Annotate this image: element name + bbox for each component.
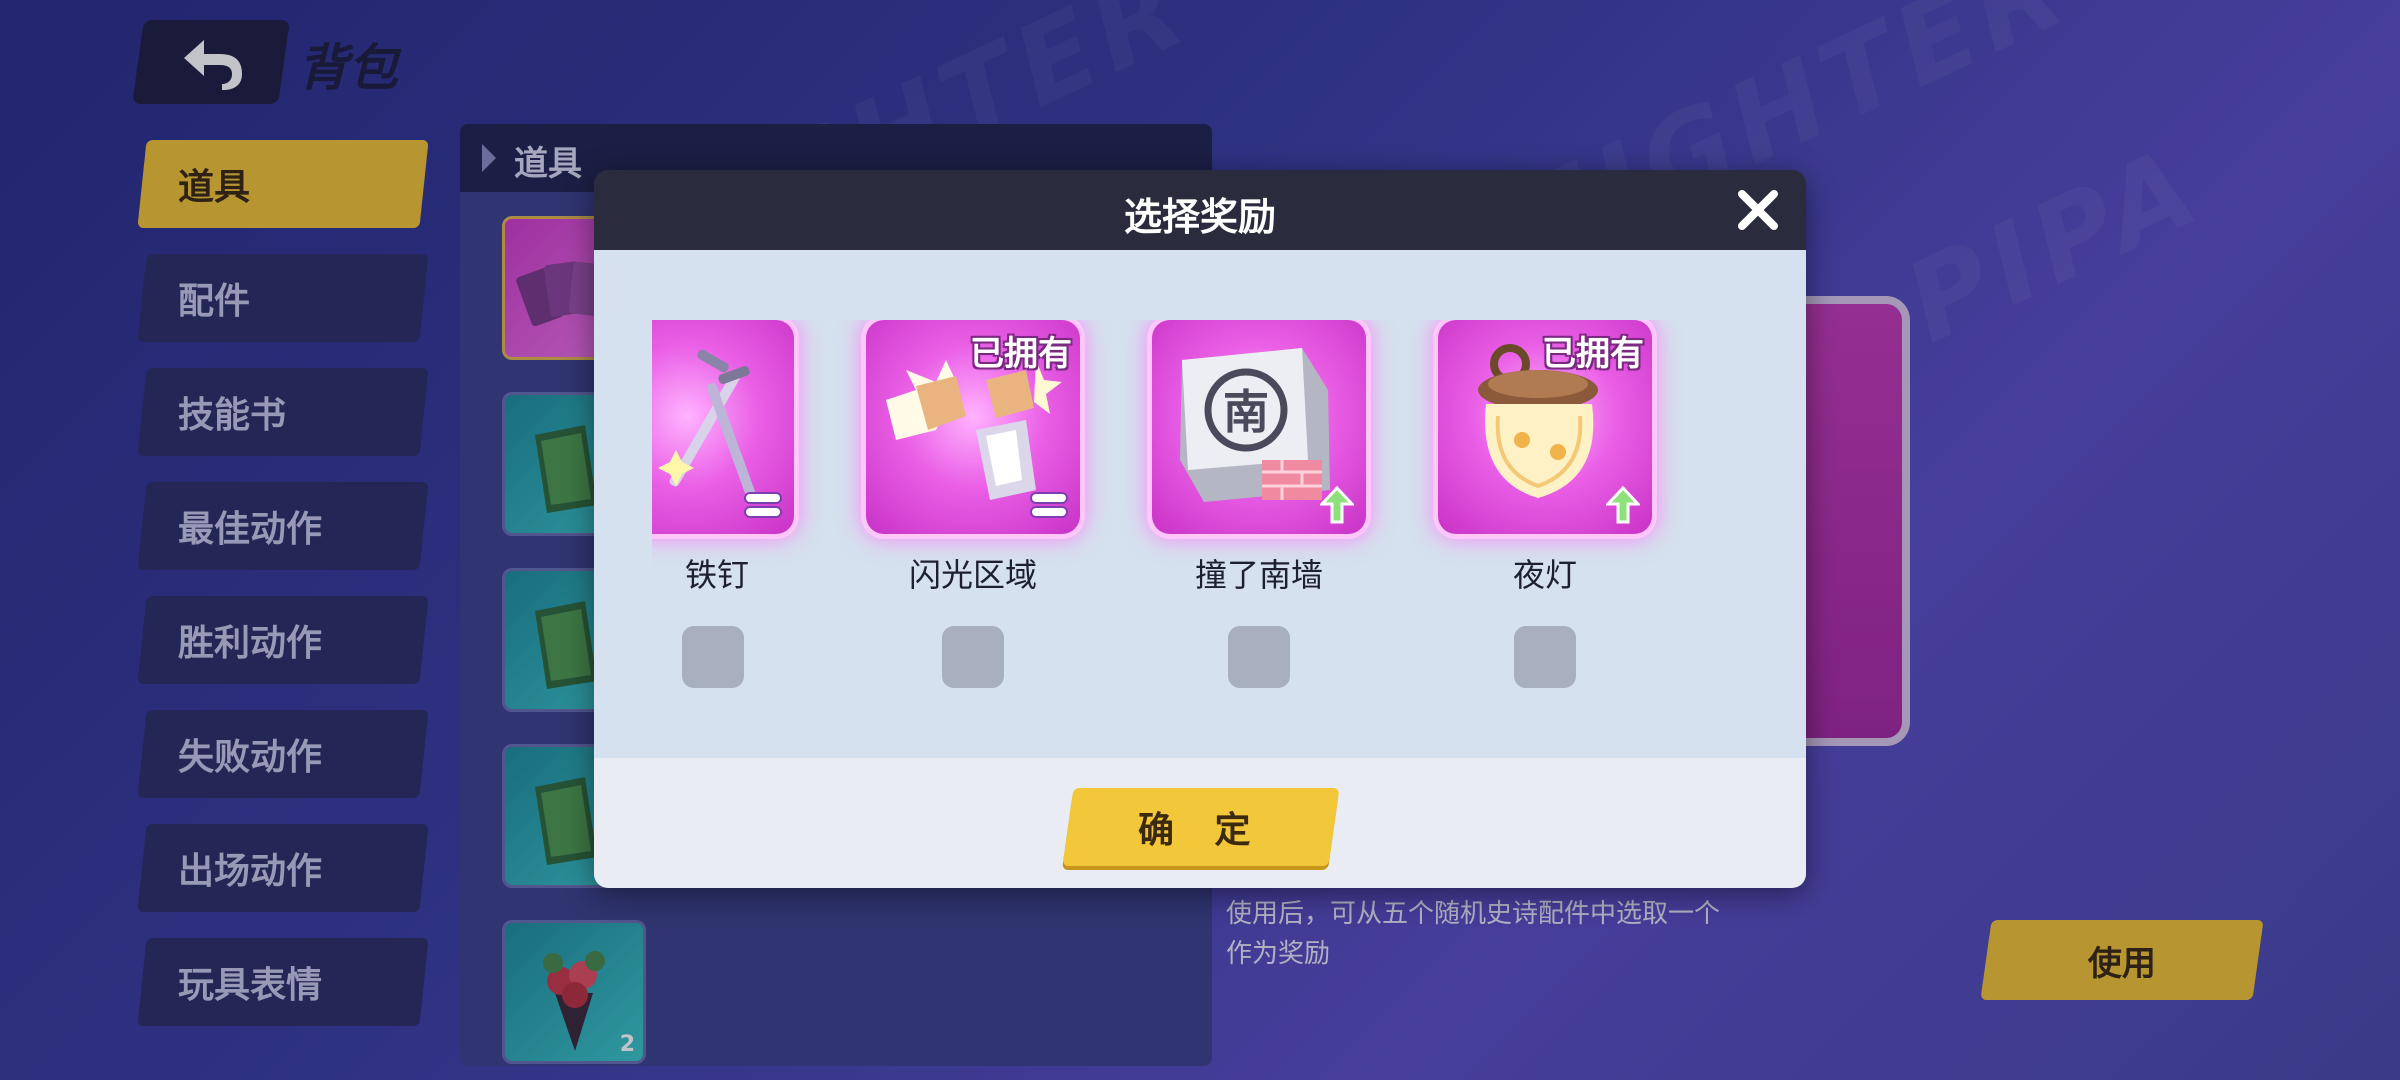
owned-label: 已拥有: [1542, 334, 1644, 374]
svg-text:南: 南: [1223, 385, 1269, 439]
reward-dialog: 选择奖励 铁钉 已拥有 闪光区域 南 撞了南墙 已拥有 夜灯 确 定: [594, 170, 1806, 888]
reward-item[interactable]: 南 撞了南墙: [1148, 320, 1378, 740]
reward-card[interactable]: [652, 320, 794, 534]
close-button[interactable]: [1732, 184, 1784, 236]
close-icon: [1738, 190, 1778, 230]
reward-checkbox[interactable]: [1514, 626, 1576, 688]
dialog-header: 选择奖励: [594, 170, 1806, 250]
reward-list[interactable]: 铁钉 已拥有 闪光区域 南 撞了南墙 已拥有 夜灯: [652, 320, 1792, 740]
reward-checkbox[interactable]: [682, 626, 744, 688]
up-arrow-icon: [1320, 486, 1354, 524]
reward-name: 铁钉: [684, 556, 749, 594]
reward-name: 闪光区域: [908, 556, 1037, 594]
dialog-body: 铁钉 已拥有 闪光区域 南 撞了南墙 已拥有 夜灯: [594, 250, 1806, 758]
dialog-title: 选择奖励: [1123, 195, 1276, 239]
confirm-button[interactable]: 确 定: [1062, 788, 1340, 866]
equal-icon: [746, 494, 780, 520]
reward-name: 撞了南墙: [1194, 556, 1323, 594]
reward-checkbox[interactable]: [942, 626, 1004, 688]
confirm-button-label: 确 定: [1137, 810, 1265, 851]
up-arrow-icon: [1606, 486, 1640, 524]
reward-item[interactable]: 已拥有 夜灯: [1434, 320, 1664, 740]
reward-card[interactable]: 南: [1152, 320, 1366, 534]
reward-card[interactable]: 已拥有: [866, 320, 1080, 534]
owned-label: 已拥有: [970, 334, 1072, 374]
equal-icon: [1032, 494, 1066, 520]
reward-item[interactable]: 已拥有 闪光区域: [862, 320, 1092, 740]
reward-item[interactable]: 铁钉: [652, 320, 806, 740]
reward-checkbox[interactable]: [1228, 626, 1290, 688]
reward-name: 夜灯: [1512, 556, 1577, 594]
reward-card[interactable]: 已拥有: [1438, 320, 1652, 534]
